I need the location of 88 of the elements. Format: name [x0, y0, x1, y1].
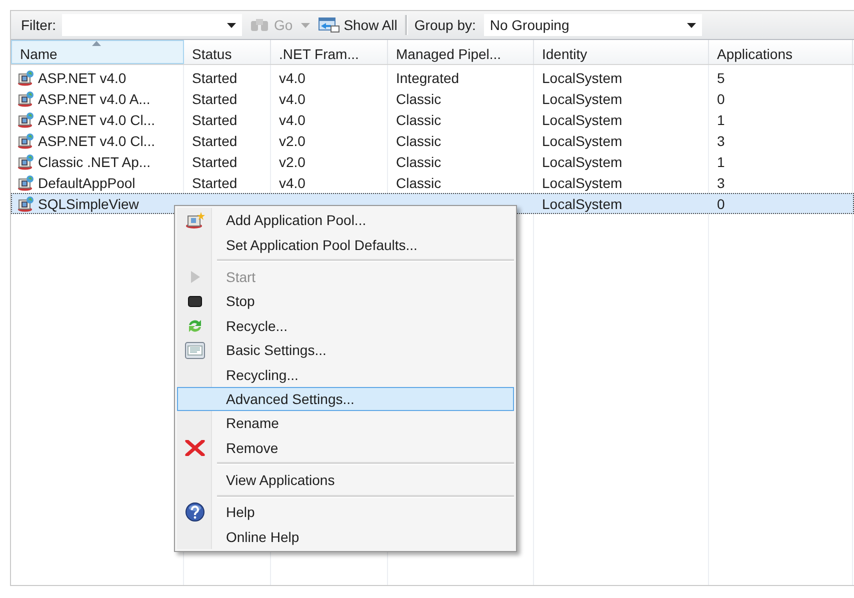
table-row[interactable]: Classic .NET Ap... Started v2.0 Classic LocalSystem 1	[11, 151, 854, 172]
table-cell: Started	[192, 70, 238, 86]
table-cell: 0	[717, 196, 725, 212]
table-cell: Classic	[396, 90, 442, 106]
group-by-dropdown[interactable]: No Grouping	[484, 14, 702, 36]
menu-item[interactable]: Basic Settings...	[177, 338, 514, 362]
caret-icon[interactable]	[300, 22, 310, 28]
caret-icon	[686, 22, 696, 28]
menu-item[interactable]: Set Application Pool Defaults...	[177, 232, 514, 257]
table-cell: LocalSystem	[542, 154, 622, 170]
show-all-button[interactable]: Show All	[316, 17, 400, 33]
column-header[interactable]: Identity	[534, 40, 709, 64]
table-cell: v2.0	[279, 154, 306, 170]
table-cell: Started	[192, 112, 238, 128]
app-pool-icon	[17, 196, 35, 212]
table-row[interactable]: ASP.NET v4.0 Cl... Started v4.0 Classic LocalSystem 1	[11, 109, 854, 130]
table-cell: 3	[717, 174, 725, 190]
table-cell: DefaultAppPool	[38, 174, 136, 190]
window-arrow-icon	[318, 17, 340, 33]
table-cell: Classic .NET Ap...	[38, 154, 151, 170]
table-cell: v4.0	[279, 112, 306, 128]
table-row[interactable]: ASP.NET v4.0 Started v4.0 Integrated LocalSystem 5	[11, 67, 854, 88]
table-row[interactable]: DefaultAppPool Started v4.0 Classic LocalSystem 3	[11, 172, 854, 193]
menu-item[interactable]: Online Help	[177, 524, 514, 550]
table-cell: LocalSystem	[542, 112, 622, 128]
group-by-value: No Grouping	[490, 17, 570, 33]
app-pool-icon	[17, 174, 35, 190]
filter-label: Filter:	[21, 17, 56, 33]
refresh-icon	[187, 318, 203, 334]
caret-icon	[227, 22, 236, 28]
table-cell: v4.0	[279, 174, 306, 190]
table-cell: Classic	[396, 154, 442, 170]
remove-icon	[185, 440, 205, 456]
menu-item[interactable]: View Applications	[177, 468, 514, 492]
table-cell: v2.0	[279, 132, 306, 148]
menu-item[interactable]: Rename	[177, 411, 514, 436]
menu-item[interactable]: Recycle...	[177, 314, 514, 338]
table-cell: LocalSystem	[542, 70, 622, 86]
stop-icon	[188, 296, 202, 307]
table-cell: Classic	[396, 112, 442, 128]
table-cell: Classic	[396, 132, 442, 148]
table-cell: 3	[717, 132, 725, 148]
app-pool-icon	[17, 112, 35, 128]
table-cell: 5	[717, 70, 725, 86]
table-cell: LocalSystem	[542, 196, 622, 212]
table-cell: SQLSimpleView	[38, 196, 139, 212]
table-cell: v4.0	[279, 90, 306, 106]
app-pool-icon	[17, 90, 35, 106]
table-cell: ASP.NET v4.0 A...	[38, 90, 150, 106]
column-header[interactable]: Managed Pipel...	[388, 40, 534, 64]
column-header[interactable]: Status	[184, 40, 271, 64]
column-header[interactable]: Name	[11, 40, 184, 64]
menu-item[interactable]: Advanced Settings...	[177, 386, 514, 412]
table-cell: LocalSystem	[542, 90, 622, 106]
table-cell: 0	[717, 90, 725, 106]
table-cell: ASP.NET v4.0 Cl...	[38, 112, 155, 128]
group-by-label: Group by:	[414, 17, 476, 33]
table-cell: Started	[192, 174, 238, 190]
table-cell: Started	[192, 132, 238, 148]
table-cell: v4.0	[279, 70, 306, 86]
binoculars-icon	[250, 17, 270, 33]
app-pool-icon	[17, 70, 35, 86]
play-icon	[190, 270, 200, 283]
menu-item[interactable]: Stop	[177, 289, 514, 314]
filter-field[interactable]	[62, 14, 242, 36]
table-cell: Integrated	[396, 70, 460, 86]
table-cell: ASP.NET v4.0	[38, 70, 126, 86]
table-cell: LocalSystem	[542, 174, 622, 190]
menu-item[interactable]: Help	[177, 500, 514, 525]
column-header[interactable]: Applications	[709, 40, 853, 64]
help-icon	[185, 502, 205, 522]
table-cell: 1	[717, 112, 725, 128]
table-cell: LocalSystem	[542, 132, 622, 148]
table-cell: Classic	[396, 174, 442, 190]
column-header[interactable]: .NET Fram...	[271, 40, 388, 64]
table-cell: Started	[192, 90, 238, 106]
app-pool-icon	[17, 154, 35, 170]
menu-item[interactable]: Recycling...	[177, 362, 514, 387]
sort-arrow-icon	[92, 41, 101, 46]
table-cell: Started	[192, 154, 238, 170]
table-cell: 1	[717, 154, 725, 170]
settings-window-icon	[185, 342, 205, 359]
table-row[interactable]: ASP.NET v4.0 Cl... Started v2.0 Classic LocalSystem 3	[11, 130, 854, 151]
table-cell: ASP.NET v4.0 Cl...	[38, 132, 155, 148]
menu-item[interactable]: Remove	[177, 436, 514, 460]
table-row[interactable]: ASP.NET v4.0 A... Started v4.0 Classic LocalSystem 0	[11, 88, 854, 109]
app-pool-icon	[17, 132, 35, 148]
pool-add-icon	[185, 211, 205, 230]
